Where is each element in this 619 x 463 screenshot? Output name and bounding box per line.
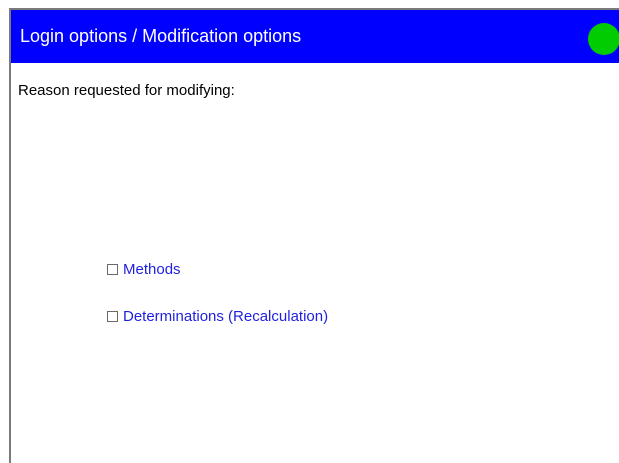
option-determinations[interactable]: Determinations (Recalculation) xyxy=(107,307,328,325)
option-methods[interactable]: Methods xyxy=(107,260,181,278)
methods-checkbox[interactable] xyxy=(107,263,118,275)
status-circle-icon xyxy=(588,23,619,55)
dialog-window: Login options / Modification options Rea… xyxy=(9,8,619,463)
methods-label[interactable]: Methods xyxy=(123,261,181,278)
window-title: Login options / Modification options xyxy=(20,26,302,46)
reason-label: Reason requested for modifying: xyxy=(18,82,235,99)
determinations-label[interactable]: Determinations (Recalculation) xyxy=(123,308,328,325)
determinations-checkbox[interactable] xyxy=(107,310,118,322)
title-bar: Login options / Modification options xyxy=(11,10,619,63)
